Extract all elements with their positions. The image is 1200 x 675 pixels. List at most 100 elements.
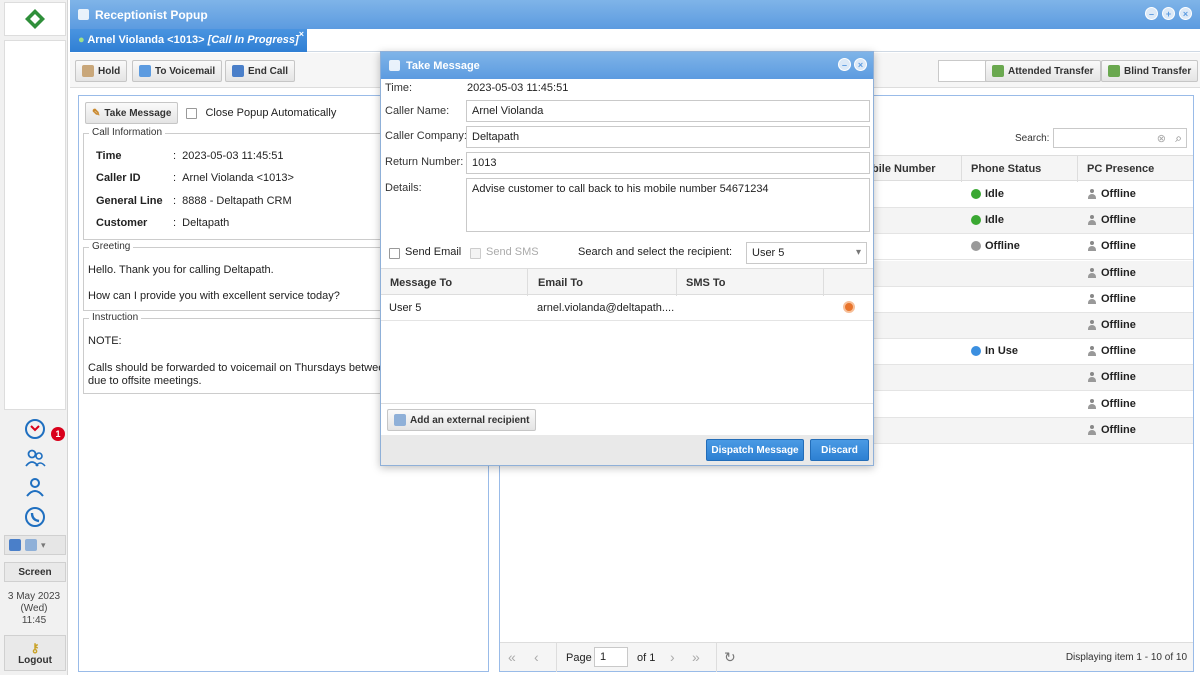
greeting-line-1: Hello. Thank you for calling Deltapath. [88,264,274,276]
close-popup-checkbox[interactable] [186,107,198,119]
pc-presence-cell: Offline [1087,398,1136,410]
remove-recipient-icon[interactable] [843,301,855,313]
phone-icon[interactable] [24,506,46,528]
details-textarea[interactable]: Advise customer to call back to his mobi… [466,178,870,232]
page-number-input[interactable]: 1 [594,647,628,667]
blind-transfer-label: Blind Transfer [1124,65,1192,77]
maximize-icon[interactable]: + [1162,7,1175,20]
presence-user-icon [1087,267,1097,278]
presence-user-icon [1087,372,1097,383]
info-value: 2023-05-03 11:45:51 [182,150,284,162]
time-label: Time: [385,82,413,94]
col-message-to[interactable]: Message To [390,277,452,289]
presence-user-icon [1087,346,1097,357]
recipient-row[interactable]: User 5 arnel.violanda@deltapath.... [381,295,873,321]
displaying-count: Displaying item 1 - 10 of 10 [1065,652,1187,663]
phone-status-icon [971,346,981,357]
minimize-icon[interactable]: – [1145,7,1158,20]
missed-calls-icon[interactable] [24,418,46,440]
close-icon[interactable]: × [1179,7,1192,20]
caller-company-input[interactable]: Deltapath [466,126,870,148]
logout-label: Logout [18,654,52,666]
view-switcher: ▾ [4,535,66,555]
instruction-line-2: due to offsite meetings. [88,375,202,387]
dispatch-message-button[interactable]: Dispatch Message [706,439,804,461]
send-email-checkbox[interactable] [389,248,400,259]
chevron-down-icon[interactable]: ▾ [856,247,861,258]
presence-user-icon [1087,320,1097,330]
col-pc-presence[interactable]: PC Presence [1087,163,1154,175]
user-icon[interactable] [24,476,46,498]
info-key: Time [96,150,122,162]
recipient-email-to: arnel.violanda@deltapath.... [537,302,675,314]
instruction-note: NOTE: [88,335,122,347]
send-sms-checkbox[interactable] [470,248,481,259]
call-tab-close-icon[interactable]: × [299,29,304,39]
presence-user-icon [1087,424,1097,435]
dialog-close-icon[interactable]: × [854,58,867,71]
pc-presence-text: Offline [1101,188,1136,200]
pc-presence-text: Offline [1101,345,1136,358]
phone-status-icon [971,215,981,226]
call-tab-phone-icon: ● [78,34,85,46]
phone-status-text: Idle [985,214,1004,227]
search-icon[interactable]: ⌕ [1175,131,1182,146]
pc-presence-cell: Offline [1087,214,1136,226]
take-message-button[interactable]: ✎ Take Message [85,102,179,124]
screen-button[interactable]: Screen [4,562,66,582]
info-row-customer: Customer: Deltapath [96,217,230,229]
logo-icon [25,9,45,29]
blind-transfer-button[interactable]: Blind Transfer [1101,60,1199,82]
recipient-message-to: User 5 [389,302,422,314]
pagination-bar: « ‹ Page 1 of 1 › » ↻ Displaying item 1 … [500,642,1193,672]
next-page-icon[interactable]: › [670,649,675,665]
caller-company-label: Caller Company: [385,130,467,142]
discard-button[interactable]: Discard [810,439,869,461]
blind-transfer-icon [1108,65,1120,77]
to-voicemail-button[interactable]: To Voicemail [132,60,223,82]
phone-status-text: Offline [985,240,1020,253]
col-email-to[interactable]: Email To [538,277,583,289]
presence-user-icon [1087,215,1097,226]
last-page-icon[interactable]: » [692,649,700,665]
col-sms-to[interactable]: SMS To [686,277,726,289]
presence-user-icon [1087,241,1097,252]
grid-view-icon[interactable] [9,539,21,551]
clear-search-icon[interactable]: ⊗ [1157,132,1166,145]
pc-presence-cell: Offline [1087,240,1136,252]
add-external-recipient-button[interactable]: Add an external recipient [387,409,537,431]
logout-button[interactable]: ⚷ Logout [4,635,66,671]
search-input[interactable]: ⊗ ⌕ [1053,128,1187,148]
pc-presence-text: Offline [1101,319,1136,331]
discard-label: Discard [821,444,858,456]
attended-transfer-button[interactable]: Attended Transfer [985,60,1101,82]
first-page-icon[interactable]: « [508,649,516,665]
rail-panel [4,40,66,410]
phone-status-icon [971,189,981,199]
pc-presence-cell: Offline [1087,267,1136,279]
list-view-icon[interactable] [25,539,37,551]
caller-name-input[interactable]: Arnel Violanda [466,100,870,122]
pc-presence-cell: Offline [1087,319,1136,331]
col-divider [1077,156,1078,182]
col-mobile-number[interactable]: bile Number [872,163,936,175]
end-call-button[interactable]: End Call [225,60,296,82]
dialog-minimize-icon[interactable]: – [838,58,851,71]
send-options-row: Send Email Send SMS Search and select th… [387,242,871,266]
search-label: Search: [1015,133,1050,144]
contacts-icon[interactable] [24,447,46,469]
refresh-icon[interactable]: ↻ [724,649,736,666]
info-key: Caller ID [96,172,141,184]
app-logo[interactable] [4,2,66,36]
prev-page-icon[interactable]: ‹ [534,649,539,665]
return-number-input[interactable]: 1013 [466,152,870,174]
view-dropdown-icon[interactable]: ▾ [41,540,46,551]
col-phone-status[interactable]: Phone Status [971,163,1041,175]
call-tab[interactable]: ● Arnel Violanda <1013> [Call In Progres… [70,29,307,52]
recipient-select[interactable]: User 5 ▾ [746,242,867,264]
info-row-time: Time: 2023-05-03 11:45:51 [96,150,284,162]
hold-button[interactable]: Hold [75,60,128,82]
end-call-label: End Call [248,65,289,77]
recipient-label: Search and select the recipient: [578,246,733,258]
attended-transfer-icon [992,65,1004,77]
